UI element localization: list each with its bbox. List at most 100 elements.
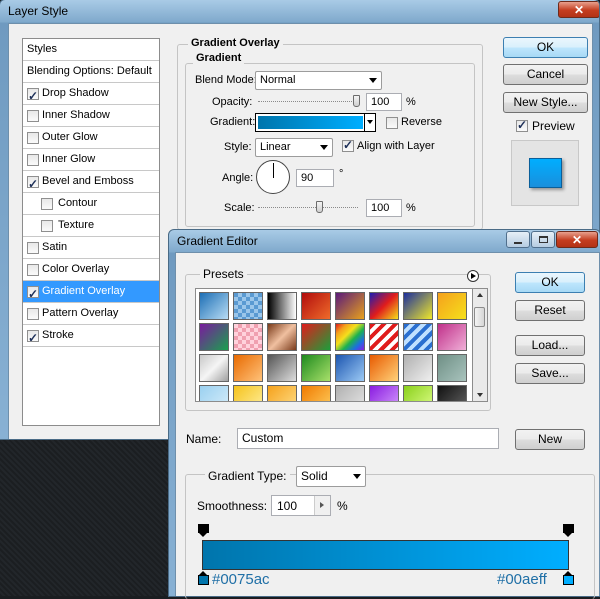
blend-mode-select[interactable]: Normal bbox=[255, 71, 382, 90]
style-list-checkbox[interactable] bbox=[27, 154, 39, 166]
gradient-new-button[interactable]: New bbox=[515, 429, 585, 450]
angle-input[interactable]: 90 bbox=[296, 169, 334, 187]
preset-swatch[interactable] bbox=[199, 354, 229, 382]
preset-swatch[interactable] bbox=[335, 323, 365, 351]
opacity-slider-thumb[interactable] bbox=[353, 95, 360, 107]
style-list-checkbox[interactable] bbox=[27, 308, 39, 320]
smoothness-dropdown[interactable] bbox=[314, 496, 330, 515]
preset-swatch[interactable] bbox=[199, 385, 229, 401]
style-list-item[interactable]: Contour bbox=[23, 193, 159, 215]
preset-swatch[interactable] bbox=[403, 385, 433, 401]
preset-swatch[interactable] bbox=[437, 385, 467, 401]
preset-swatch[interactable] bbox=[369, 292, 399, 320]
preset-swatch[interactable] bbox=[437, 354, 467, 382]
scroll-up-icon[interactable] bbox=[477, 293, 483, 297]
preset-swatch[interactable] bbox=[199, 323, 229, 351]
style-select[interactable]: Linear bbox=[255, 138, 333, 157]
gradient-editor-titlebar[interactable]: Gradient Editor ✕ bbox=[169, 230, 600, 252]
style-list-item[interactable]: Drop Shadow bbox=[23, 83, 159, 107]
preset-swatch[interactable] bbox=[335, 292, 365, 320]
style-list-checkbox[interactable] bbox=[27, 86, 39, 107]
gradient-bar[interactable] bbox=[202, 540, 569, 570]
style-list-item[interactable]: Gradient Overlay bbox=[23, 281, 159, 305]
style-list-checkbox[interactable] bbox=[27, 284, 39, 305]
smoothness-stepper[interactable]: 100 bbox=[271, 495, 331, 516]
preset-swatch[interactable] bbox=[403, 323, 433, 351]
gradient-editor-close-button[interactable]: ✕ bbox=[556, 231, 598, 248]
scale-slider-thumb[interactable] bbox=[316, 201, 323, 213]
preset-swatch[interactable] bbox=[335, 385, 365, 401]
cancel-button[interactable]: Cancel bbox=[503, 64, 588, 85]
preset-swatch[interactable] bbox=[267, 385, 297, 401]
style-list-item[interactable]: Texture bbox=[23, 215, 159, 237]
preset-swatch[interactable] bbox=[369, 354, 399, 382]
scale-input[interactable]: 100 bbox=[366, 199, 402, 217]
preset-swatch[interactable] bbox=[267, 292, 297, 320]
name-input[interactable]: Custom bbox=[237, 428, 499, 449]
preset-swatch[interactable] bbox=[369, 385, 399, 401]
reverse-checkbox[interactable] bbox=[386, 117, 398, 129]
opacity-stop-right[interactable] bbox=[563, 524, 574, 538]
scroll-down-icon[interactable] bbox=[477, 393, 483, 397]
scrollbar-thumb[interactable] bbox=[474, 307, 485, 327]
scale-slider-track[interactable] bbox=[258, 207, 358, 208]
preset-swatch[interactable] bbox=[233, 323, 263, 351]
preview-checkbox[interactable] bbox=[516, 118, 528, 132]
color-stop-left[interactable] bbox=[198, 571, 209, 586]
style-list-checkbox[interactable] bbox=[27, 110, 39, 122]
style-list-item[interactable]: Blending Options: Default bbox=[23, 61, 159, 83]
style-list-checkbox[interactable] bbox=[27, 174, 39, 195]
style-list-item[interactable]: Inner Shadow bbox=[23, 105, 159, 127]
preset-swatch[interactable] bbox=[233, 354, 263, 382]
preset-swatch[interactable] bbox=[267, 323, 297, 351]
angle-dial[interactable] bbox=[256, 160, 290, 194]
gradient-type-select[interactable]: Solid bbox=[296, 466, 366, 487]
gradient-load-button[interactable]: Load... bbox=[515, 335, 585, 356]
minimize-button[interactable] bbox=[506, 231, 530, 248]
presets-scrollbar[interactable] bbox=[473, 288, 488, 402]
preset-swatch[interactable] bbox=[301, 292, 331, 320]
layer-style-titlebar[interactable]: Layer Style ✕ bbox=[0, 0, 599, 22]
preset-swatch[interactable] bbox=[301, 354, 331, 382]
preset-swatch[interactable] bbox=[233, 292, 263, 320]
maximize-button[interactable] bbox=[531, 231, 555, 248]
align-with-layer-checkbox[interactable] bbox=[342, 138, 354, 152]
gradient-ok-button[interactable]: OK bbox=[515, 272, 585, 293]
style-list-item[interactable]: Pattern Overlay bbox=[23, 303, 159, 325]
preset-swatch[interactable] bbox=[301, 385, 331, 401]
new-style-button[interactable]: New Style... bbox=[503, 92, 588, 113]
gradient-dropdown-button[interactable] bbox=[364, 114, 375, 131]
style-list-item[interactable]: Color Overlay bbox=[23, 259, 159, 281]
preset-swatch[interactable] bbox=[403, 292, 433, 320]
style-list-checkbox[interactable] bbox=[27, 242, 39, 254]
opacity-slider-track[interactable] bbox=[258, 101, 358, 102]
style-list-checkbox[interactable] bbox=[27, 132, 39, 144]
opacity-input[interactable]: 100 bbox=[366, 93, 402, 111]
style-list-item[interactable]: Satin bbox=[23, 237, 159, 259]
preset-swatch[interactable] bbox=[369, 323, 399, 351]
style-list-checkbox[interactable] bbox=[41, 220, 53, 232]
style-list-checkbox[interactable] bbox=[27, 328, 39, 349]
preset-swatch[interactable] bbox=[437, 323, 467, 351]
preset-swatch[interactable] bbox=[267, 354, 297, 382]
gradient-picker[interactable] bbox=[255, 113, 376, 132]
preset-swatch[interactable] bbox=[233, 385, 263, 401]
presets-menu-button[interactable] bbox=[467, 270, 479, 282]
preset-swatch[interactable] bbox=[403, 354, 433, 382]
color-stop-right[interactable] bbox=[563, 571, 574, 586]
preset-swatch[interactable] bbox=[437, 292, 467, 320]
style-list-checkbox[interactable] bbox=[27, 264, 39, 276]
preset-swatch[interactable] bbox=[199, 292, 229, 320]
style-list-item[interactable]: Styles bbox=[23, 39, 159, 61]
style-list-item[interactable]: Outer Glow bbox=[23, 127, 159, 149]
style-list-checkbox[interactable] bbox=[41, 198, 53, 210]
style-list-item[interactable]: Inner Glow bbox=[23, 149, 159, 171]
style-list-item[interactable]: Bevel and Emboss bbox=[23, 171, 159, 195]
style-list-item[interactable]: Stroke bbox=[23, 325, 159, 349]
gradient-reset-button[interactable]: Reset bbox=[515, 300, 585, 321]
ok-button[interactable]: OK bbox=[503, 37, 588, 58]
preset-swatch[interactable] bbox=[301, 323, 331, 351]
opacity-stop-left[interactable] bbox=[198, 524, 209, 538]
layer-style-close-button[interactable]: ✕ bbox=[558, 1, 599, 18]
preset-swatch[interactable] bbox=[335, 354, 365, 382]
